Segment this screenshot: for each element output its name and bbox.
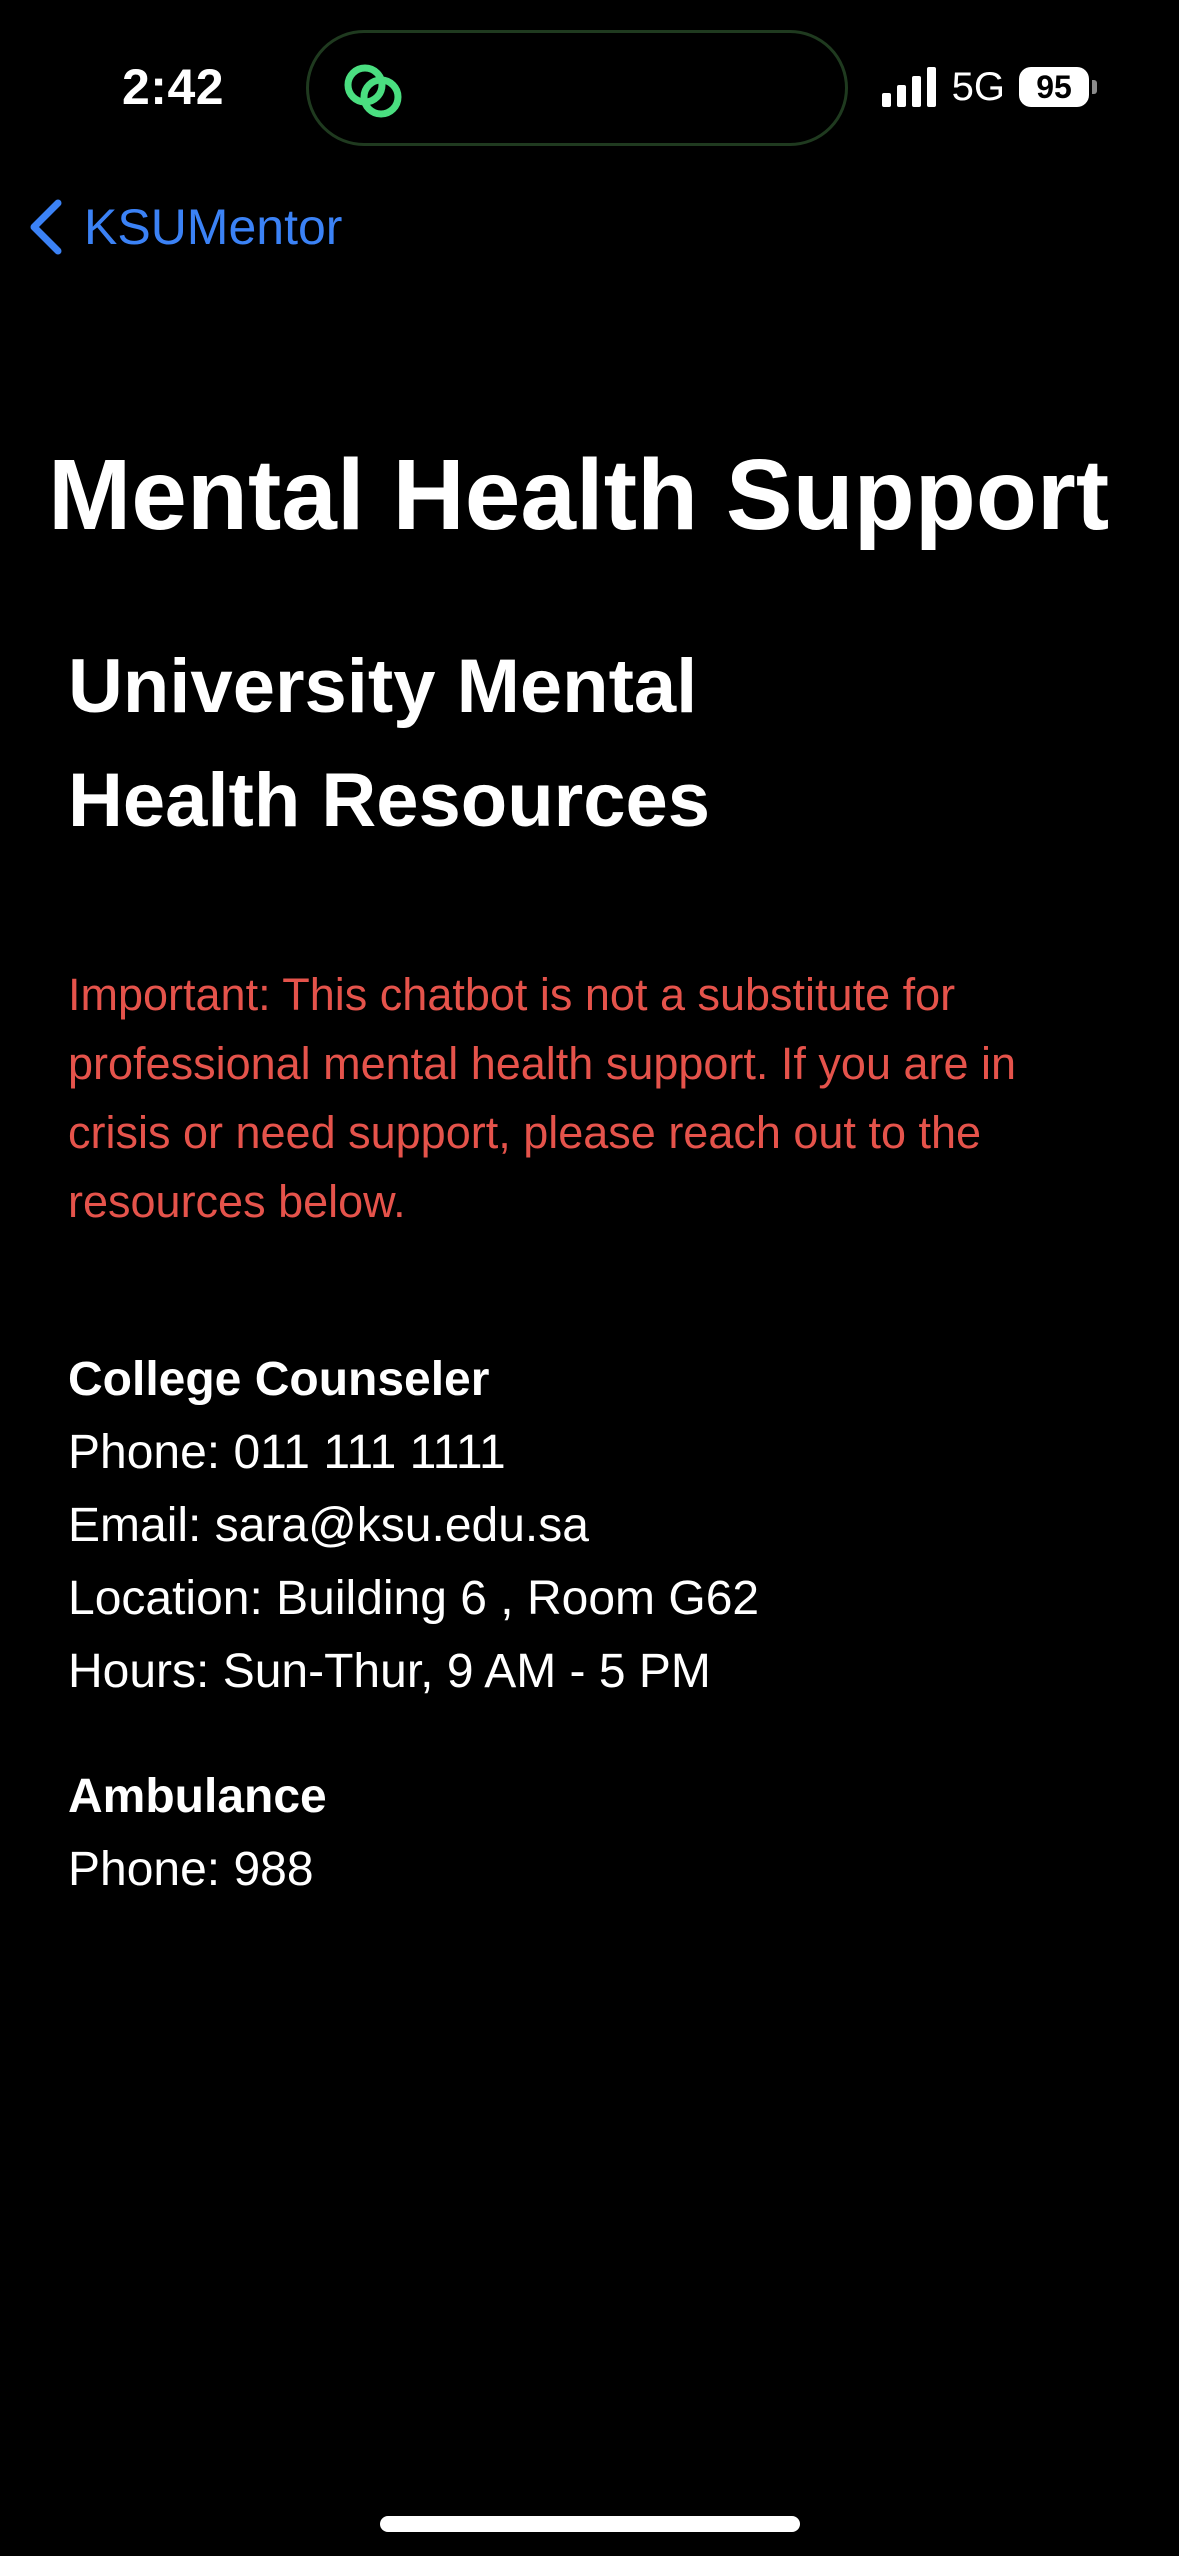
contact-email[interactable]: Email: sara@ksu.edu.sa — [68, 1489, 1128, 1562]
contact-name: College Counseler — [68, 1353, 490, 1406]
linked-rings-app-icon — [344, 64, 402, 118]
back-button[interactable]: KSUMentor — [24, 192, 342, 262]
dynamic-island[interactable] — [306, 30, 848, 146]
status-indicators: 5G 95 — [881, 62, 1097, 112]
page-title: Mental Health Support — [48, 439, 1110, 551]
contact-hours: Hours: Sun-Thur, 9 AM - 5 PM — [68, 1645, 711, 1698]
disclaimer-text: Important: This chatbot is not a substit… — [68, 969, 1017, 1227]
status-time: 2:42 — [122, 59, 225, 115]
home-indicator[interactable] — [380, 2516, 800, 2532]
contact-phone[interactable]: Phone: 011 111 1111 — [68, 1416, 1128, 1489]
battery-cap — [1092, 80, 1097, 94]
battery-icon: 95 — [1019, 67, 1097, 107]
contact-card-ambulance: Ambulance Phone: 988 — [68, 1760, 1128, 1906]
contact-name: Ambulance — [68, 1770, 327, 1823]
contact-location: Location: Building 6 , Room G62 — [68, 1572, 760, 1625]
contact-phone[interactable]: Phone: 988 — [68, 1833, 1128, 1906]
section-title: University Mental Health Resources — [68, 644, 711, 843]
battery-level: 95 — [1019, 67, 1089, 107]
chevron-left-icon — [30, 199, 62, 255]
cellular-signal-icon — [881, 67, 936, 107]
contact-card-counselor: College Counseler Phone: 011 111 1111 Em… — [68, 1343, 1128, 1708]
network-type-label: 5G — [951, 64, 1005, 109]
back-button-label: KSUMentor — [84, 199, 343, 255]
